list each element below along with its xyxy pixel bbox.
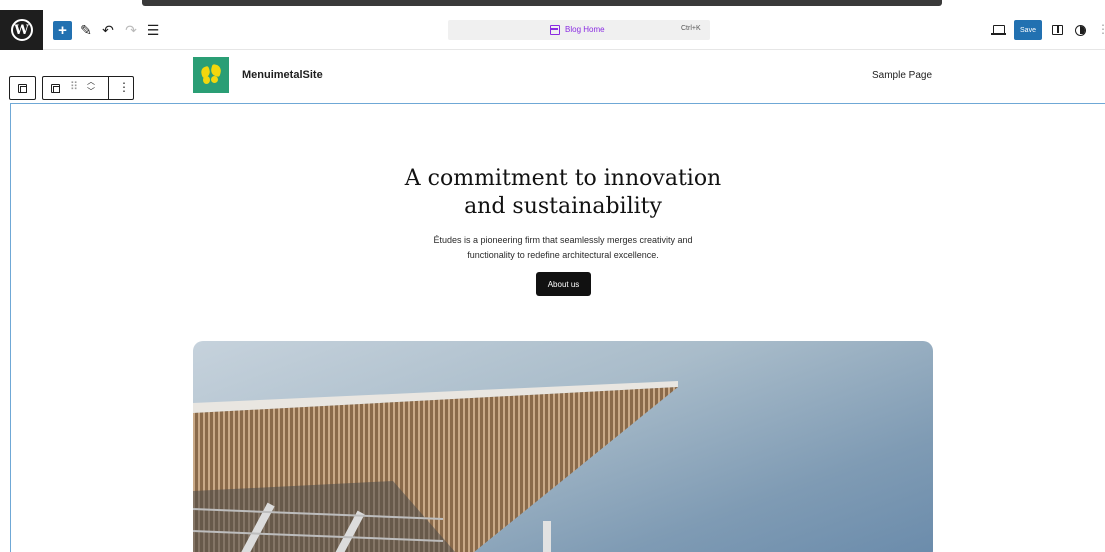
hero-subtitle-line-2: functionality to redefine architectural … — [467, 250, 659, 260]
editor-header: W + ✎ ↶ ↷ ☰ Blog Home Ctrl+K Save ⋮ — [0, 10, 1105, 50]
sidebar-icon[interactable] — [1052, 25, 1063, 35]
hero-subtitle-line-1: Études is a pioneering firm that seamles… — [433, 235, 693, 245]
list-view-icon[interactable]: ☰ — [146, 19, 160, 41]
hero-subtitle[interactable]: Études is a pioneering firm that seamles… — [400, 233, 726, 263]
move-up-down-icon[interactable]: ︿ ﹀ — [86, 77, 96, 97]
command-palette-bar[interactable]: Blog Home Ctrl+K — [448, 20, 710, 40]
pen-icon[interactable]: ✎ — [79, 19, 93, 41]
laptop-icon[interactable] — [991, 25, 1006, 35]
more-options-icon[interactable]: ⋮ — [118, 80, 130, 94]
window-top-strip — [0, 0, 1105, 10]
hero-heading[interactable]: A commitment to innovation and sustainab… — [362, 165, 764, 221]
redo-icon[interactable]: ↷ — [124, 19, 138, 41]
site-title[interactable]: MenuimetalSite — [242, 69, 323, 81]
window-top-bar — [142, 0, 942, 6]
group-block-icon[interactable] — [51, 84, 60, 93]
half-circle-icon[interactable] — [1075, 25, 1086, 36]
save-button[interactable]: Save — [1014, 20, 1042, 40]
site-logo[interactable] — [193, 57, 229, 93]
document-icon — [550, 25, 560, 35]
hero-building-image[interactable] — [193, 341, 933, 552]
plus-icon[interactable]: + — [53, 21, 72, 40]
select-parent-button[interactable] — [9, 76, 36, 100]
command-bar-shortcut: Ctrl+K — [681, 25, 701, 32]
about-us-button[interactable]: About us — [536, 272, 591, 296]
drag-handle-icon[interactable]: ⠿ — [70, 80, 78, 93]
hero-heading-line-2: and sustainability — [464, 194, 662, 219]
butterfly-icon — [199, 63, 223, 85]
nav-link-sample-page[interactable]: Sample Page — [872, 70, 932, 81]
toolbar-divider — [108, 77, 109, 99]
building-illustration — [193, 381, 678, 552]
wordpress-logo-icon[interactable]: W — [0, 10, 43, 50]
undo-icon[interactable]: ↶ — [101, 19, 115, 41]
command-bar-title: Blog Home — [565, 25, 605, 34]
block-toolbar: ⠿ ︿ ﹀ ⋮ — [42, 76, 134, 100]
more-vertical-icon[interactable]: ⋮ — [1097, 22, 1105, 36]
hero-heading-line-1: A commitment to innovation — [404, 166, 722, 191]
copy-icon — [18, 83, 27, 93]
